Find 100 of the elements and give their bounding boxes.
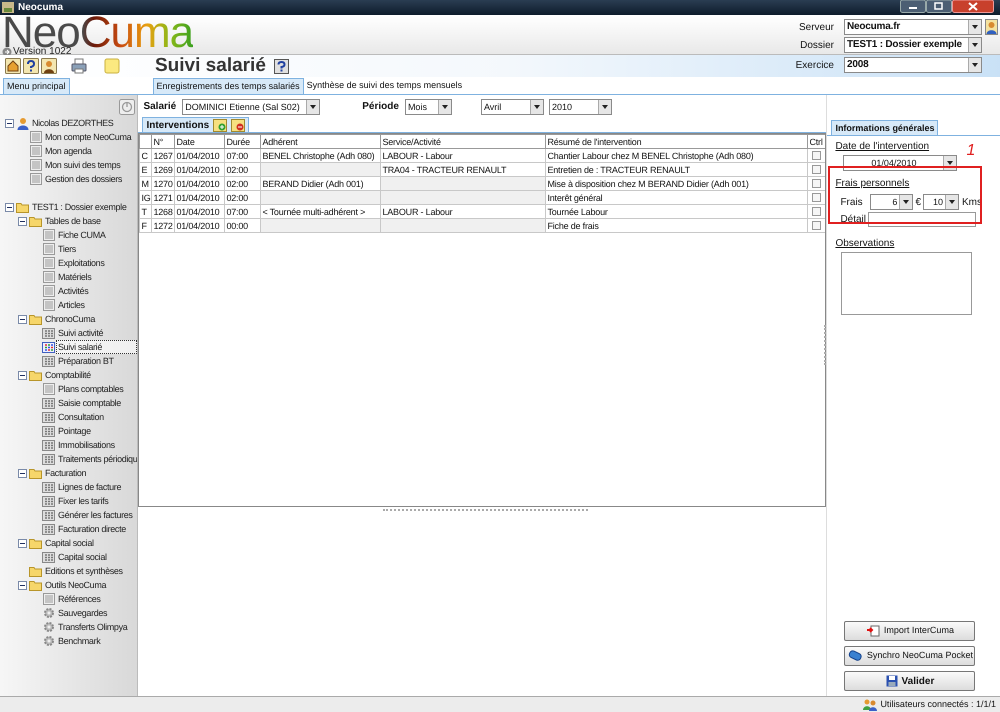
tree-item[interactable]: Capital social bbox=[56, 550, 109, 564]
folder-icon bbox=[29, 566, 42, 576]
minimize-button[interactable] bbox=[900, 0, 926, 13]
collapse-icon[interactable] bbox=[18, 468, 27, 478]
tree-item[interactable]: Outils NeoCuma bbox=[43, 578, 108, 592]
tree-item[interactable]: Suivi salarié bbox=[56, 340, 137, 354]
tree-item[interactable]: Transferts Olimpya bbox=[56, 620, 130, 634]
tree-item[interactable]: Plans comptables bbox=[56, 382, 126, 396]
tree-item[interactable]: Facturation bbox=[43, 466, 88, 480]
tree-item[interactable]: Immobilisations bbox=[56, 438, 117, 452]
table-cell: 1271 bbox=[152, 190, 175, 204]
user-icon[interactable] bbox=[985, 19, 998, 35]
column-header[interactable]: Date bbox=[174, 134, 225, 148]
dropdown[interactable]: 2010 bbox=[548, 98, 612, 114]
tree-item[interactable]: Capital social bbox=[43, 536, 96, 550]
table-cell: 1270 bbox=[152, 176, 175, 190]
collapse-icon[interactable] bbox=[18, 314, 27, 324]
add-icon[interactable] bbox=[213, 118, 228, 132]
tree-item[interactable]: Lignes de facture bbox=[56, 480, 124, 494]
action-button[interactable]: Import InterCuma bbox=[844, 621, 976, 641]
action-button[interactable]: Valider bbox=[844, 671, 976, 691]
gear-icon bbox=[42, 621, 54, 633]
tab[interactable]: Menu principal bbox=[3, 78, 70, 94]
tree-item[interactable]: Editions et synthèses bbox=[43, 564, 125, 578]
list-icon bbox=[42, 299, 54, 311]
tree-item[interactable]: Consultation bbox=[56, 410, 106, 424]
tree-item[interactable]: Facturation directe bbox=[56, 522, 128, 536]
tree-item[interactable]: Préparation BT bbox=[56, 354, 116, 368]
checkbox[interactable] bbox=[812, 221, 822, 230]
tab[interactable]: Enregistrements des temps salariés bbox=[152, 78, 304, 94]
caret-icon bbox=[972, 25, 978, 29]
tree-item[interactable]: ChronoCuma bbox=[43, 312, 98, 326]
tree-item[interactable]: Fiche CUMA bbox=[56, 228, 108, 242]
column-header[interactable]: Durée bbox=[224, 134, 261, 148]
delete-icon[interactable] bbox=[231, 118, 246, 132]
checkbox[interactable] bbox=[812, 179, 822, 188]
collapse-icon[interactable] bbox=[5, 202, 14, 212]
column-header[interactable]: N° bbox=[152, 134, 175, 148]
list-icon bbox=[42, 383, 54, 395]
text-area[interactable] bbox=[841, 252, 972, 315]
checkbox[interactable] bbox=[812, 193, 822, 202]
close-button[interactable] bbox=[952, 0, 994, 13]
caret-icon bbox=[972, 63, 978, 67]
dropdown[interactable]: Neocuma.fr bbox=[844, 19, 982, 35]
caret-icon bbox=[310, 104, 316, 108]
column-header[interactable]: Service/Activité bbox=[380, 134, 546, 148]
dropdown[interactable]: 10 bbox=[923, 194, 959, 210]
dropdown[interactable]: Mois bbox=[404, 98, 452, 114]
dropdown[interactable]: Avril bbox=[480, 98, 544, 114]
splitter-handle[interactable] bbox=[824, 325, 828, 365]
column-header[interactable]: Adhérent bbox=[260, 134, 381, 148]
tree-item[interactable]: Générer les factures bbox=[56, 508, 135, 522]
checkbox[interactable] bbox=[812, 151, 822, 160]
user-icon[interactable] bbox=[41, 58, 57, 74]
dropdown[interactable]: DOMINICI Etienne (Sal S02) bbox=[182, 98, 320, 114]
tree-item[interactable]: Benchmark bbox=[56, 634, 102, 648]
tree-item[interactable]: Matériels bbox=[56, 270, 94, 284]
help-icon[interactable] bbox=[23, 58, 39, 74]
action-button[interactable]: Synchro NeoCuma Pocket bbox=[844, 646, 976, 666]
collapse-icon[interactable] bbox=[18, 370, 27, 380]
tree-item[interactable]: TEST1 : Dossier exemple bbox=[30, 200, 128, 214]
print-icon[interactable] bbox=[71, 58, 87, 74]
tree-item[interactable]: Comptabilité bbox=[43, 368, 93, 382]
tree-item[interactable]: Tables de base bbox=[43, 214, 103, 228]
currency-label: € bbox=[915, 196, 921, 210]
tree-item[interactable]: Saisie comptable bbox=[56, 396, 123, 410]
restore-button[interactable] bbox=[926, 0, 952, 13]
tree-item[interactable]: Gestion des dossiers bbox=[43, 172, 124, 186]
tree-item[interactable]: Suivi activité bbox=[56, 326, 106, 340]
checkbox[interactable] bbox=[812, 165, 822, 174]
tree-item[interactable]: Mon suivi des temps bbox=[43, 158, 122, 172]
column-header[interactable]: Résumé de l'intervention bbox=[546, 134, 808, 148]
tree-item[interactable]: Mon agenda bbox=[43, 144, 94, 158]
collapse-icon[interactable] bbox=[18, 538, 27, 548]
tree-item[interactable]: Références bbox=[56, 592, 103, 606]
collapse-icon[interactable] bbox=[18, 216, 27, 226]
tree-item[interactable]: Pointage bbox=[56, 424, 93, 438]
tree-item[interactable]: Exploitations bbox=[56, 256, 106, 270]
tree-item[interactable]: Activités bbox=[56, 284, 90, 298]
help-icon[interactable] bbox=[274, 58, 289, 74]
tab[interactable]: Informations générales bbox=[831, 120, 938, 135]
collapse-icon[interactable] bbox=[5, 118, 14, 128]
splitter-handle[interactable] bbox=[383, 509, 588, 512]
table-cell: 07:00 bbox=[224, 148, 261, 162]
tree-item[interactable]: Tiers bbox=[56, 242, 78, 256]
tab[interactable]: Interventions bbox=[142, 117, 250, 132]
collapse-icon[interactable] bbox=[18, 580, 27, 590]
tree-item[interactable]: Fixer les tarifs bbox=[56, 494, 110, 508]
dropdown[interactable]: 6 bbox=[870, 194, 914, 210]
tree-item[interactable]: Traitements périodiqu bbox=[56, 452, 138, 466]
checkbox[interactable] bbox=[812, 207, 822, 216]
tree-item[interactable]: Mon compte NeoCuma bbox=[43, 130, 134, 144]
table-cell: Mise à disposition chez M BERAND Didier (Adh 001) bbox=[546, 176, 808, 190]
dropdown[interactable]: TEST1 : Dossier exemple bbox=[844, 37, 982, 53]
tree-item[interactable]: Nicolas DEZORTHES bbox=[30, 116, 116, 130]
tree-item[interactable]: Articles bbox=[56, 298, 87, 312]
dropdown[interactable]: 2008 bbox=[844, 57, 982, 73]
home-icon[interactable] bbox=[5, 58, 21, 74]
tree-item[interactable]: Sauvegardes bbox=[56, 606, 110, 620]
column-header[interactable]: Ctrl bbox=[808, 134, 826, 148]
